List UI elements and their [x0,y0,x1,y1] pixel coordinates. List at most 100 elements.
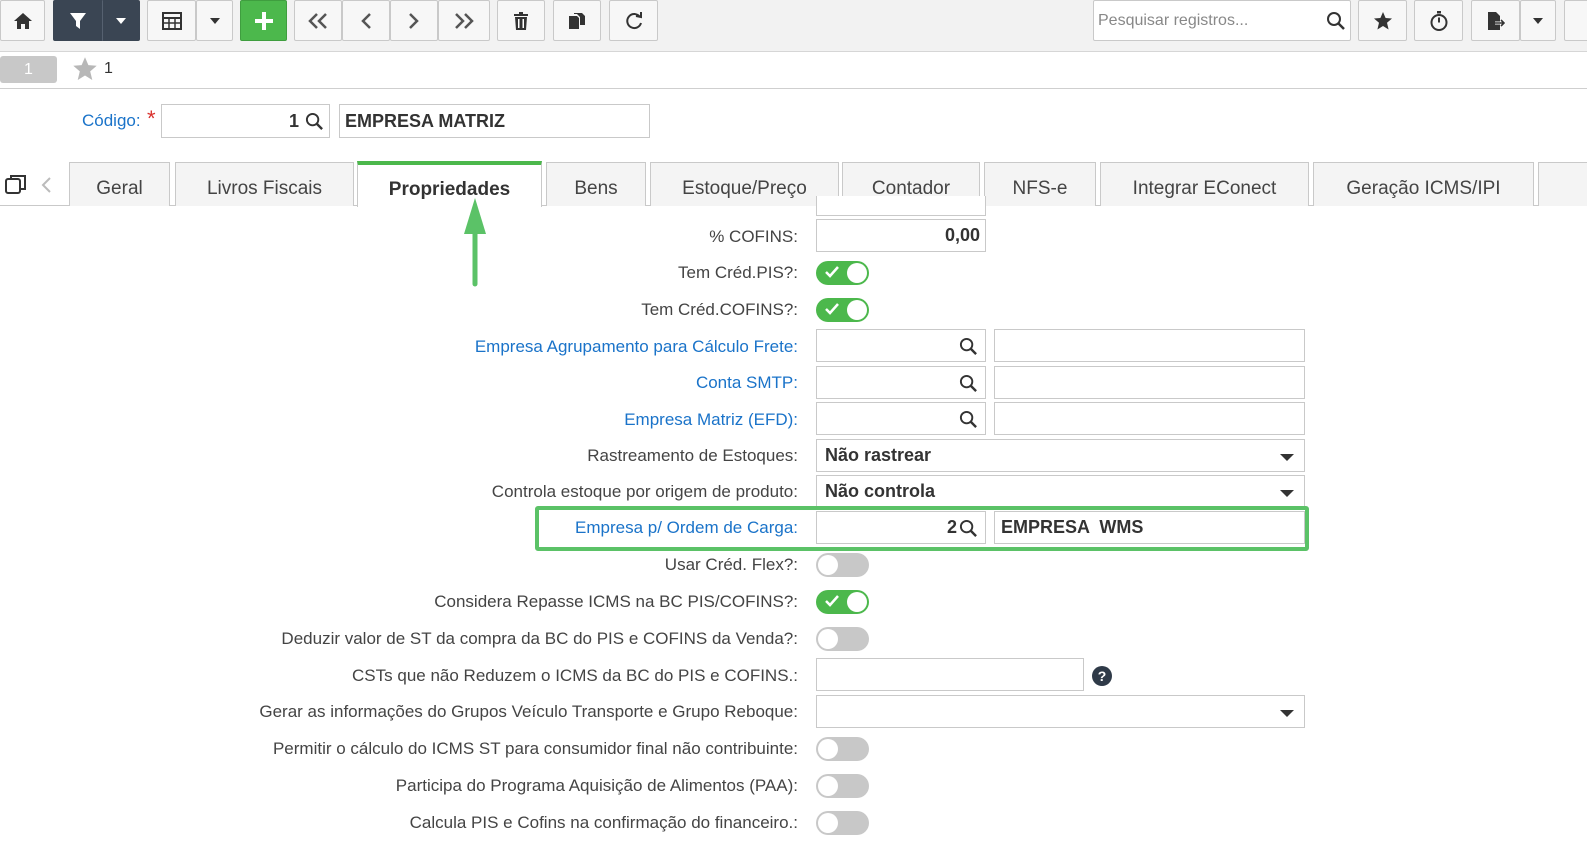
empresa-ordem-carga-name-field[interactable]: EMPRESA WMS [994,511,1305,544]
export-dropdown-button[interactable] [1520,0,1556,41]
grid-dropdown-button[interactable] [196,0,233,41]
export-button[interactable] [1471,0,1520,41]
search-input[interactable] [1098,11,1318,31]
search-icon[interactable] [959,410,978,429]
home-button[interactable] [0,0,45,41]
grid-view-button[interactable] [147,0,196,41]
tab-estoque-preco[interactable]: Estoque/Preço [650,162,839,206]
tem-cred-pis-label: Tem Créd.PIS?: [678,263,798,282]
filter-icon [69,12,86,29]
check-icon [825,303,839,315]
permitir-icms-label: Permitir o cálculo do ICMS ST para consu… [272,739,798,758]
permitir-icms-toggle[interactable] [816,737,869,761]
empresa-agrupamento-name-field[interactable] [994,329,1305,362]
controla-estoque-value: Não controla [825,481,936,501]
search-icon[interactable] [959,519,978,538]
tab-overflow[interactable] [1538,162,1587,206]
search-icon[interactable] [959,337,978,356]
caret-down-icon [209,17,220,24]
empresa-agrupamento-label[interactable]: Empresa Agrupamento para Cálculo Frete: [475,337,798,357]
toolbar [0,0,1587,52]
caret-down-icon [1280,454,1294,461]
tab-propriedades[interactable]: Propriedades [357,161,542,207]
trash-icon [514,11,528,30]
search-icon[interactable] [305,112,324,131]
refresh-icon [625,11,642,29]
tab-livros-fiscais[interactable]: Livros Fiscais [175,162,354,206]
paa-label: Participa do Programa Aquisição de Alime… [395,776,798,795]
window-copy-icon[interactable] [5,174,27,196]
cofins-field[interactable]: 0,00 [816,219,986,252]
tem-cred-pis-toggle[interactable] [816,261,869,285]
csts-label: CSTs que não Reduzem o ICMS da BC do PIS… [352,666,798,685]
rastreamento-value: Não rastrear [825,445,932,465]
annotation-arrow-icon [464,198,486,287]
plus-icon [254,11,273,30]
chevron-left-icon[interactable] [40,177,52,193]
empresa-ordem-carga-label[interactable]: Empresa p/ Ordem de Carga: [575,518,798,538]
tab-nfse[interactable]: NFS-e [984,162,1096,206]
empresa-agrupamento-field[interactable] [816,329,986,362]
filter-button[interactable] [53,0,102,41]
check-icon [825,595,839,607]
codigo-value: 1 [288,111,299,131]
deduzir-st-toggle[interactable] [816,627,869,651]
last-icon [455,12,474,29]
previous-record-button[interactable] [342,0,390,41]
gerar-info-label: Gerar as informações do Grupos Veículo T… [259,702,798,721]
codigo-field[interactable]: 1 [161,104,330,138]
star-icon[interactable] [72,56,98,82]
filter-dropdown-button[interactable] [102,0,140,41]
favorite-button[interactable] [1358,0,1407,41]
tem-cred-cofins-label: Tem Créd.COFINS?: [641,300,798,319]
partial-field[interactable] [816,196,986,216]
cofins-label: % COFINS: [709,227,798,246]
considera-repasse-label: Considera Repasse ICMS na BC PIS/COFINS?… [434,592,798,611]
more-button[interactable] [1564,0,1587,41]
cofins-value: 0,00 [944,225,980,245]
copy-button[interactable] [553,0,601,41]
controla-estoque-label: Controla estoque por origem de produto: [491,482,798,501]
empresa-ordem-carga-field[interactable]: 2 [816,511,986,544]
timer-icon [1430,10,1447,31]
add-button[interactable] [240,0,287,41]
rastreamento-select[interactable]: Não rastrear [816,439,1305,472]
delete-button[interactable] [497,0,545,41]
paa-toggle[interactable] [816,774,869,798]
search-box [1093,0,1351,41]
tab-geral[interactable]: Geral [69,162,170,206]
conta-smtp-name-field[interactable] [994,366,1305,399]
conta-smtp-label[interactable]: Conta SMTP: [696,373,798,393]
conta-smtp-field[interactable] [816,366,986,399]
search-icon[interactable] [1326,11,1346,31]
last-record-button[interactable] [438,0,490,41]
usar-cred-flex-toggle[interactable] [816,553,869,577]
copy-icon [569,12,585,29]
gerar-info-select[interactable] [816,695,1305,728]
tab-bens[interactable]: Bens [546,162,646,206]
tab-geracao-icms-ipi[interactable]: Geração ICMS/IPI [1313,162,1534,206]
home-icon [13,12,32,29]
grid-icon [161,11,182,30]
tem-cred-cofins-toggle[interactable] [816,298,869,322]
next-record-button[interactable] [390,0,438,41]
controla-estoque-select[interactable]: Não controla [816,475,1305,508]
favorite-count: 1 [104,60,113,77]
csts-field[interactable] [816,658,1084,691]
empresa-matriz-efd-label[interactable]: Empresa Matriz (EFD): [624,410,798,430]
record-tab[interactable]: 1 [0,56,57,83]
timer-button[interactable] [1414,0,1463,41]
refresh-button[interactable] [609,0,658,41]
caret-down-icon [1280,710,1294,717]
codigo-label: Código: [82,111,141,130]
help-icon[interactable]: ? [1092,666,1112,686]
codigo-name-field[interactable]: EMPRESA MATRIZ [339,104,650,138]
considera-repasse-toggle[interactable] [816,590,869,614]
calcula-pis-toggle[interactable] [816,811,869,835]
search-icon[interactable] [959,374,978,393]
first-record-button[interactable] [294,0,342,41]
next-icon [409,12,419,29]
empresa-matriz-efd-name-field[interactable] [994,402,1305,435]
tab-integrar-econect[interactable]: Integrar EConect [1100,162,1309,206]
empresa-matriz-efd-field[interactable] [816,402,986,435]
